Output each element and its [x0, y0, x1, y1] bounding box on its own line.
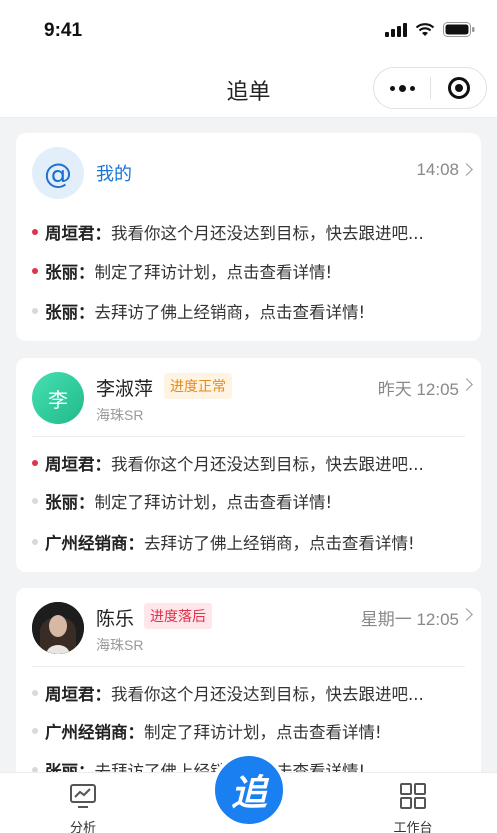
divider	[32, 436, 465, 437]
avatar	[32, 602, 84, 654]
message-sender: 周垣君：	[45, 455, 111, 474]
message-item: 周垣君： 我看你这个月还没达到目标，快去跟进吧...	[32, 220, 469, 244]
avatar: 李	[32, 372, 84, 424]
message-item: 张丽： 去拜访了佛上经销商，点击查看详情!	[32, 299, 469, 323]
message-sender: 张丽：	[45, 493, 95, 512]
message-item: 周垣君： 我看你这个月还没达到目标，快去跟进吧...	[32, 451, 469, 475]
contact-name: 李淑萍	[96, 378, 154, 400]
battery-icon	[443, 22, 475, 37]
card-header: 李 李淑萍 进度正常 海珠SR 昨天 12:05	[16, 358, 481, 438]
tab-label: 分析	[69, 821, 96, 833]
contact-name: 陈乐	[96, 608, 135, 630]
more-dot-icon	[409, 85, 415, 91]
message-sender: 张丽：	[45, 263, 95, 282]
message-item: 广州经销商： 制定了拜访计划，点击查看详情!	[32, 719, 469, 743]
message-sender: 广州经销商：	[45, 534, 144, 553]
message-item: 广州经销商： 去拜访了佛上经销商，点击查看详情!	[32, 530, 469, 554]
message-text: 我看你这个月还没达到目标，快去跟进吧...	[111, 224, 424, 243]
nav-bar: 追单	[0, 62, 497, 118]
read-dot-icon	[32, 498, 38, 504]
close-target-icon	[447, 77, 470, 99]
more-dot-icon	[398, 84, 406, 92]
tab-label: 工作台	[393, 821, 433, 833]
unread-dot-icon	[32, 268, 38, 274]
message-item: 周垣君： 我看你这个月还没达到目标，快去跟进吧...	[32, 681, 469, 705]
read-dot-icon	[32, 728, 38, 734]
chevron-right-icon	[460, 608, 473, 621]
message-sender: 张丽：	[45, 303, 95, 322]
message-text: 我看你这个月还没达到目标，快去跟进吧...	[111, 685, 424, 704]
card-time: 14:08	[416, 160, 459, 179]
message-sender: 周垣君：	[45, 224, 111, 243]
monitor-chart-icon	[70, 784, 96, 808]
tab-analysis[interactable]: 分析	[43, 783, 123, 833]
grid-apps-icon	[400, 783, 426, 809]
read-dot-icon	[32, 539, 38, 545]
at-avatar-icon: @	[32, 147, 84, 199]
card-header: @ 我的 14:08	[16, 133, 481, 213]
contact-subtitle: 海珠SR	[96, 637, 144, 653]
more-dot-icon	[389, 85, 395, 91]
message-text: 制定了拜访计划，点击查看详情!	[144, 723, 382, 742]
card-header: 陈乐 进度落后 海珠SR 星期一 12:05	[16, 588, 481, 668]
message-text: 制定了拜访计划，点击查看详情!	[94, 493, 333, 512]
unread-dot-icon	[32, 229, 38, 235]
status-badge: 进度正常	[164, 373, 232, 399]
status-time: 9:41	[44, 20, 83, 41]
chat-card[interactable]: 李 李淑萍 进度正常 海珠SR 昨天 12:05 周垣君： 我看你这个月还没达到…	[16, 358, 481, 572]
close-button[interactable]	[431, 68, 486, 108]
card-time: 昨天 12:05	[377, 380, 459, 399]
status-bar: 9:41	[0, 0, 497, 62]
signal-icon	[385, 22, 407, 37]
read-dot-icon	[32, 690, 38, 696]
message-item: 张丽： 制定了拜访计划，点击查看详情!	[32, 489, 469, 513]
more-menu-button[interactable]	[374, 68, 430, 108]
message-text: 制定了拜访计划，点击查看详情!	[94, 263, 333, 282]
message-item: 张丽： 制定了拜访计划，点击查看详情!	[32, 259, 469, 283]
chevron-right-icon	[460, 378, 473, 391]
divider	[32, 666, 465, 667]
chat-card-mine[interactable]: @ 我的 14:08 周垣君： 我看你这个月还没达到目标，快去跟进吧... 张丽…	[16, 133, 481, 341]
unread-dot-icon	[32, 460, 38, 466]
wifi-icon	[415, 22, 435, 36]
message-sender: 广州经销商：	[45, 723, 144, 742]
card-time: 星期一 12:05	[360, 610, 459, 629]
status-icons	[385, 22, 475, 37]
mini-program-capsule	[373, 67, 487, 109]
message-text: 去拜访了佛上经销商，点击查看详情!	[144, 534, 415, 553]
message-text: 我看你这个月还没达到目标，快去跟进吧...	[111, 455, 424, 474]
message-text: 去拜访了佛上经销商，点击查看详情!	[94, 303, 366, 322]
status-badge: 进度落后	[144, 603, 212, 629]
profile-photo-icon	[32, 602, 84, 654]
card-title: 我的	[96, 164, 132, 185]
tab-follow-up-button[interactable]: 追	[211, 752, 287, 828]
chevron-right-icon	[460, 163, 473, 176]
contact-subtitle: 海珠SR	[96, 407, 144, 423]
read-dot-icon	[32, 308, 38, 314]
message-sender: 周垣君：	[45, 685, 111, 704]
tab-workbench[interactable]: 工作台	[373, 783, 453, 833]
